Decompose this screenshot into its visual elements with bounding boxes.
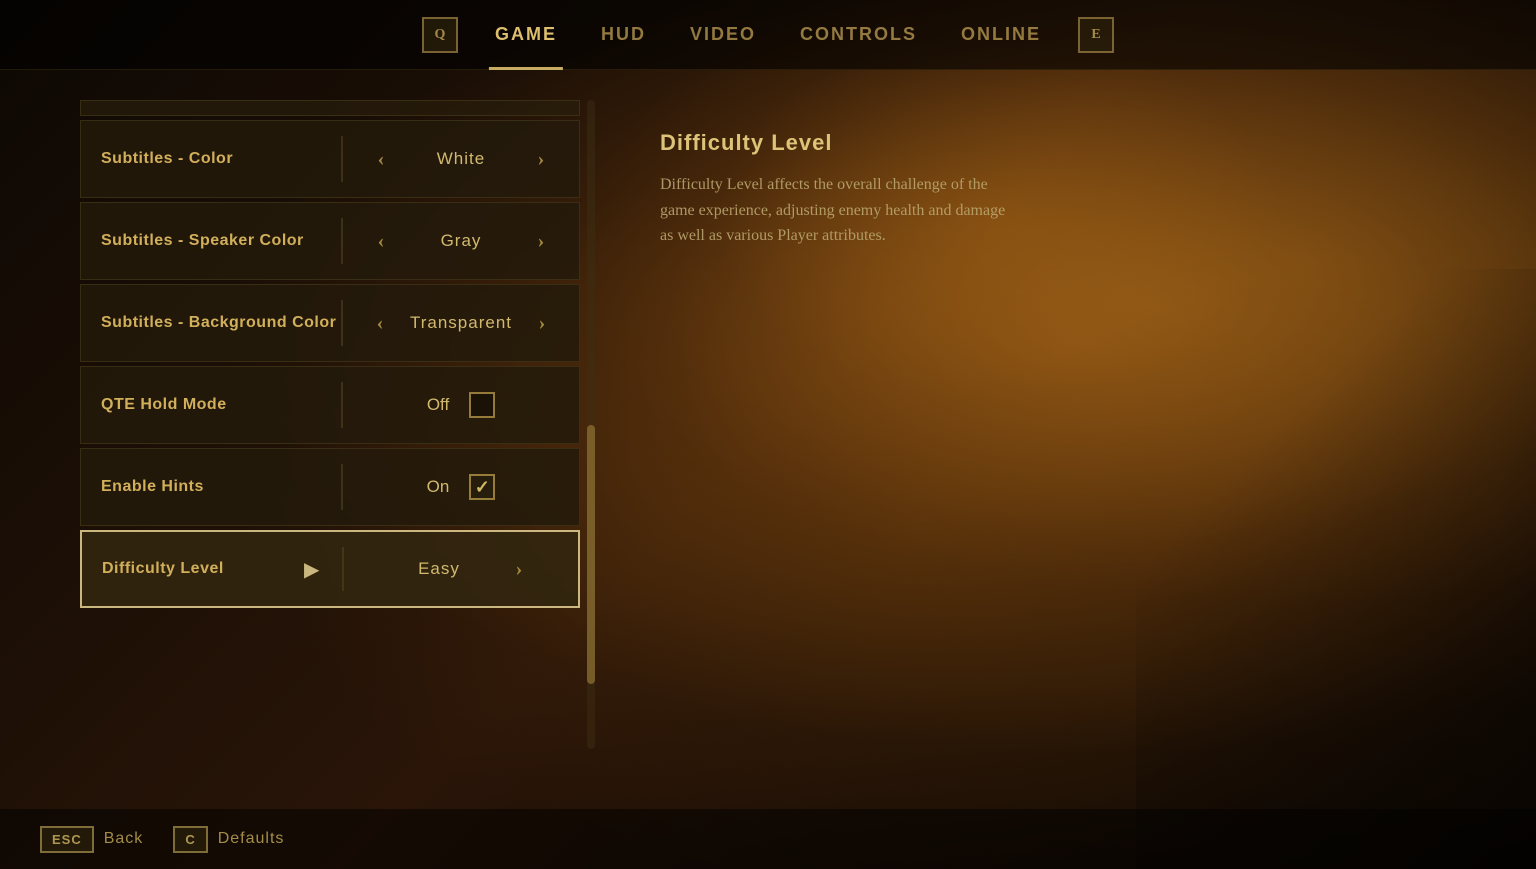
defaults-button[interactable]: C Defaults bbox=[173, 826, 284, 853]
difficulty-level-label: Difficulty Level bbox=[82, 559, 342, 580]
cursor-arrow-icon: ▶ bbox=[304, 557, 319, 582]
subtitles-speaker-color-right-arrow[interactable]: › bbox=[527, 227, 555, 255]
subtitles-speaker-color-left-arrow[interactable]: ‹ bbox=[367, 227, 395, 255]
tab-controls[interactable]: CONTROLS bbox=[778, 0, 939, 70]
settings-row-subtitles-color[interactable]: Subtitles - Color ‹ White › bbox=[80, 120, 580, 198]
right-nav-icon: E bbox=[1071, 10, 1121, 60]
subtitles-color-label: Subtitles - Color bbox=[81, 149, 341, 170]
qte-hold-mode-label: QTE Hold Mode bbox=[81, 395, 341, 416]
difficulty-level-right-arrow[interactable]: › bbox=[505, 555, 533, 583]
e-icon-label: E bbox=[1091, 27, 1100, 43]
scrollbar-thumb[interactable] bbox=[587, 425, 595, 685]
top-navigation: Q GAME HUD VIDEO CONTROLS ONLINE E bbox=[0, 0, 1536, 70]
settings-row-partial bbox=[80, 100, 580, 116]
subtitles-speaker-color-text: Gray bbox=[411, 231, 511, 251]
info-panel: Difficulty Level Difficulty Level affect… bbox=[600, 70, 1536, 869]
qte-hold-mode-checkbox[interactable] bbox=[469, 392, 495, 418]
subtitles-background-color-value: ‹ Transparent › bbox=[343, 309, 579, 337]
subtitles-background-color-right-arrow[interactable]: › bbox=[528, 309, 556, 337]
main-content: Subtitles - Color ‹ White › Subtitles - … bbox=[0, 70, 1536, 869]
settings-row-difficulty-level[interactable]: Difficulty Level ▶ Easy › bbox=[80, 530, 580, 608]
settings-row-qte-hold-mode[interactable]: QTE Hold Mode Off bbox=[80, 366, 580, 444]
back-button[interactable]: ESC Back bbox=[40, 826, 143, 853]
subtitles-color-right-arrow[interactable]: › bbox=[527, 145, 555, 173]
enable-hints-checkbox[interactable] bbox=[469, 474, 495, 500]
q-icon-label: Q bbox=[435, 27, 446, 43]
left-nav-icon: Q bbox=[415, 10, 465, 60]
tab-online[interactable]: ONLINE bbox=[939, 0, 1063, 70]
settings-row-subtitles-background-color[interactable]: Subtitles - Background Color ‹ Transpare… bbox=[80, 284, 580, 362]
info-description: Difficulty Level affects the overall cha… bbox=[660, 172, 1020, 249]
e-icon-box: E bbox=[1078, 17, 1114, 53]
back-key: ESC bbox=[40, 826, 94, 853]
qte-hold-mode-text: Off bbox=[427, 395, 449, 415]
subtitles-speaker-color-label: Subtitles - Speaker Color bbox=[81, 231, 341, 252]
tab-video[interactable]: VIDEO bbox=[668, 0, 778, 70]
info-title: Difficulty Level bbox=[660, 130, 1456, 156]
back-label: Back bbox=[104, 830, 144, 848]
enable-hints-value: On bbox=[343, 474, 579, 500]
subtitles-background-color-text: Transparent bbox=[410, 313, 512, 333]
difficulty-level-value: ▶ Easy › bbox=[344, 555, 578, 583]
scrollbar[interactable] bbox=[587, 100, 595, 749]
subtitles-background-color-left-arrow[interactable]: ‹ bbox=[366, 309, 394, 337]
subtitles-color-left-arrow[interactable]: ‹ bbox=[367, 145, 395, 173]
difficulty-level-text: Easy bbox=[389, 559, 489, 579]
qte-hold-mode-value: Off bbox=[343, 392, 579, 418]
settings-row-enable-hints[interactable]: Enable Hints On bbox=[80, 448, 580, 526]
tab-game[interactable]: GAME bbox=[473, 0, 579, 70]
defaults-label: Defaults bbox=[218, 830, 285, 848]
settings-row-subtitles-speaker-color[interactable]: Subtitles - Speaker Color ‹ Gray › bbox=[80, 202, 580, 280]
bottom-bar: ESC Back C Defaults bbox=[0, 809, 1536, 869]
q-icon-box: Q bbox=[422, 17, 458, 53]
subtitles-color-value: ‹ White › bbox=[343, 145, 579, 173]
enable-hints-text: On bbox=[427, 477, 450, 497]
subtitles-speaker-color-value: ‹ Gray › bbox=[343, 227, 579, 255]
enable-hints-label: Enable Hints bbox=[81, 477, 341, 498]
subtitles-color-text: White bbox=[411, 149, 511, 169]
defaults-key: C bbox=[173, 826, 207, 853]
settings-panel: Subtitles - Color ‹ White › Subtitles - … bbox=[0, 70, 600, 869]
tab-hud[interactable]: HUD bbox=[579, 0, 668, 70]
subtitles-background-color-label: Subtitles - Background Color bbox=[81, 313, 341, 334]
